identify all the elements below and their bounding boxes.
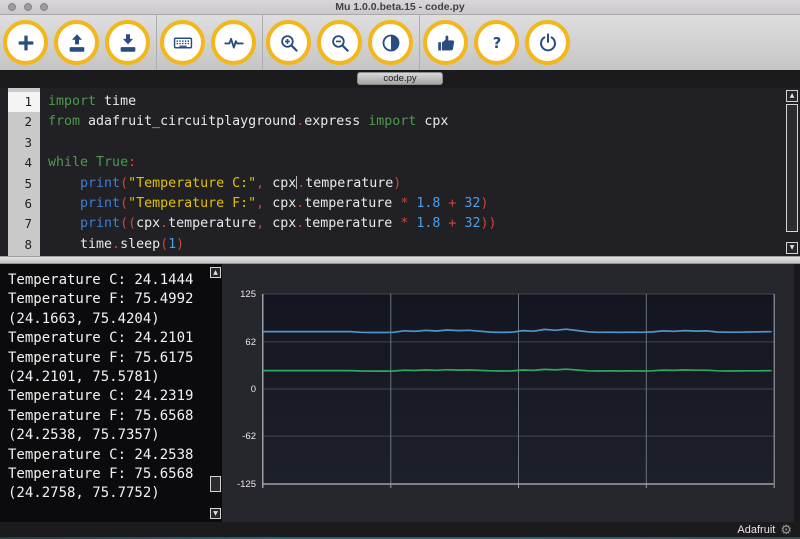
line-number: 6 <box>8 194 40 214</box>
thumbs-up-icon <box>435 32 457 54</box>
editor-scroll-down-icon[interactable]: ▼ <box>786 242 798 254</box>
y-axis-tick-label: 0 <box>222 384 256 395</box>
console-line: Temperature C: 24.2319 <box>8 387 222 406</box>
code-line: import time <box>48 92 800 112</box>
toolbar-button-new[interactable] <box>3 20 48 65</box>
plotter-chart <box>262 294 775 484</box>
upload-icon <box>66 32 88 54</box>
toolbar-button-load[interactable] <box>54 20 99 65</box>
console-scroll-down-icon[interactable]: ▼ <box>210 508 221 519</box>
toolbar-button-check[interactable] <box>423 20 468 65</box>
toolbar-button-theme[interactable] <box>368 20 413 65</box>
download-icon <box>117 32 139 54</box>
code-line: time.sleep(1) <box>48 235 800 255</box>
line-number: 4 <box>8 153 40 173</box>
console-line: Temperature C: 24.2538 <box>8 446 222 465</box>
code-text-area[interactable]: import timefrom adafruit_circuitplaygrou… <box>40 88 800 256</box>
plotter-pane: 125 62 0 -62 -125 <box>222 264 800 522</box>
console-scrollbar-thumb[interactable] <box>210 476 221 492</box>
pane-splitter[interactable] <box>0 256 800 264</box>
toolbar-button-serial[interactable] <box>160 20 205 65</box>
console-line: Temperature F: 75.4992 <box>8 290 222 309</box>
editor-scrollbar-thumb[interactable] <box>786 104 798 232</box>
serial-console-output: Temperature C: 24.1444Temperature F: 75.… <box>0 264 222 504</box>
adafruit-brand-label: Adafruit <box>737 524 775 536</box>
code-line: while True: <box>48 153 800 173</box>
toolbar-button-help[interactable] <box>474 20 519 65</box>
toolbar-group-divider <box>156 15 157 70</box>
console-line: (24.1663, 75.4204) <box>8 310 222 329</box>
line-number-gutter: 12345678 <box>8 88 40 256</box>
console-line: (24.2758, 75.7752) <box>8 484 222 503</box>
line-number: 8 <box>8 235 40 255</box>
question-icon <box>486 32 508 54</box>
console-line: Temperature F: 75.6568 <box>8 465 222 484</box>
console-scroll-up-icon[interactable]: ▲ <box>210 267 221 278</box>
console-line: Temperature F: 75.6175 <box>8 349 222 368</box>
waveform-icon <box>223 32 245 54</box>
console-line: (24.2101, 75.5781) <box>8 368 222 387</box>
code-line <box>48 133 800 153</box>
toolbar-button-quit[interactable] <box>525 20 570 65</box>
magnifier-minus-icon <box>329 32 351 54</box>
y-axis-tick-label: -62 <box>222 431 256 442</box>
code-line: print("Temperature C:", cpx.temperature) <box>48 174 800 194</box>
contrast-icon <box>380 32 402 54</box>
gear-icon[interactable]: ⚙ <box>780 523 792 536</box>
toolbar-button-zoom-in[interactable] <box>266 20 311 65</box>
console-line: (24.2538, 75.7357) <box>8 426 222 445</box>
y-axis-tick-label: 62 <box>222 337 256 348</box>
code-line: print("Temperature F:", cpx.temperature … <box>48 194 800 214</box>
toolbar-group-divider <box>262 15 263 70</box>
bottom-panes: Temperature C: 24.1444Temperature F: 75.… <box>0 264 800 522</box>
code-editor: 12345678 import timefrom adafruit_circui… <box>0 88 800 256</box>
editor-scroll-up-icon[interactable]: ▲ <box>786 90 798 102</box>
console-line: Temperature F: 75.6568 <box>8 407 222 426</box>
toolbar-button-plotter[interactable] <box>211 20 256 65</box>
status-bar: Adafruit ⚙ <box>0 522 800 537</box>
power-icon <box>537 32 559 54</box>
serial-console[interactable]: Temperature C: 24.1444Temperature F: 75.… <box>0 264 222 522</box>
line-number: 5 <box>8 174 40 194</box>
y-axis-tick-label: 125 <box>222 289 256 300</box>
line-number: 7 <box>8 214 40 234</box>
code-line: from adafruit_circuitplayground.express … <box>48 112 800 132</box>
line-number: 3 <box>8 133 40 153</box>
title-bar: Mu 1.0.0.beta.15 - code.py <box>0 0 800 15</box>
tab-bar: code.py <box>0 70 800 88</box>
plus-icon <box>15 32 37 54</box>
line-number: 2 <box>8 112 40 132</box>
code-line: print((cpx.temperature, cpx.temperature … <box>48 214 800 234</box>
y-axis-tick-label: -125 <box>222 479 256 490</box>
keyboard-icon <box>172 32 194 54</box>
magnifier-plus-icon <box>278 32 300 54</box>
toolbar-group-divider <box>419 15 420 70</box>
console-line: Temperature C: 24.1444 <box>8 271 222 290</box>
console-line: Temperature C: 24.2101 <box>8 329 222 348</box>
plotter-canvas <box>262 294 775 490</box>
tab-code-py[interactable]: code.py <box>357 72 443 85</box>
toolbar <box>0 15 800 70</box>
toolbar-button-save[interactable] <box>105 20 150 65</box>
mu-editor-window: Mu 1.0.0.beta.15 - code.py code.py 12345… <box>0 0 800 539</box>
toolbar-button-zoom-out[interactable] <box>317 20 362 65</box>
line-number: 1 <box>8 92 40 112</box>
window-title: Mu 1.0.0.beta.15 - code.py <box>0 1 800 13</box>
